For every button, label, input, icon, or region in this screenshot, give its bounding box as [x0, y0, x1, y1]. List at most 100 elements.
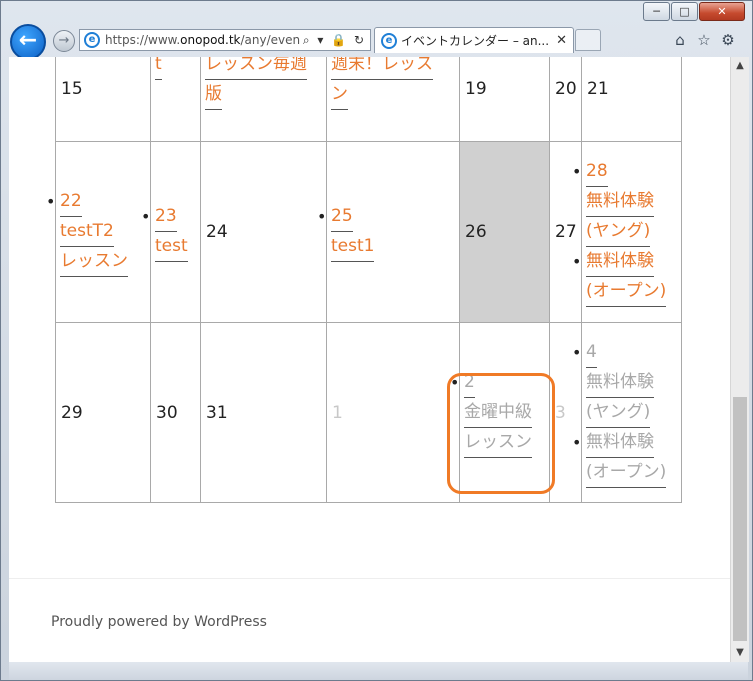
event-link-line[interactable]: (ヤング): [586, 217, 651, 247]
event-link-line[interactable]: test1: [331, 232, 375, 262]
event-item: 無料体験(オープン): [572, 428, 681, 488]
calendar-week-row: 22testT2レッスン23test2425test1262728無料体験(ヤン…: [46, 141, 682, 323]
maximize-button[interactable]: □: [671, 2, 698, 21]
tab-title: イベントカレンダー – an...: [401, 34, 550, 48]
day-number: 26: [465, 222, 487, 242]
event-list: 25test1: [317, 202, 459, 262]
day-number: 27: [555, 222, 577, 242]
new-tab-button[interactable]: [575, 29, 601, 51]
calendar-day-cell[interactable]: 31: [200, 322, 327, 503]
event-link-line[interactable]: (ヤング): [586, 398, 651, 428]
address-bar[interactable]: e https://www.onopod.tk/any/even ⌕ ▾ 🔒 ↻: [79, 29, 371, 51]
day-number: 15: [61, 78, 83, 99]
calendar-day-cell[interactable]: 4無料体験(ヤング)無料体験(オープン): [572, 322, 682, 503]
day-number: 29: [61, 402, 83, 423]
event-item: 28無料体験(ヤング): [572, 157, 681, 247]
day-number: 31: [206, 402, 228, 423]
tab-ie-icon: e: [381, 33, 397, 49]
event-link-line[interactable]: 週末！レッス: [331, 57, 433, 80]
calendar-day-cell[interactable]: 23test: [141, 141, 201, 323]
event-link-line[interactable]: (オープン): [586, 277, 667, 307]
day-number: 19: [465, 78, 487, 99]
calendar-day-cell[interactable]: 28無料体験(ヤング)無料体験(オープン): [572, 141, 682, 323]
event-link-line[interactable]: レッスン毎週: [205, 57, 307, 80]
event-item: て st: [155, 57, 200, 80]
calendar-day-cell[interactable]: 20: [549, 57, 582, 142]
event-link-line[interactable]: 23: [155, 202, 177, 232]
close-button[interactable]: ✕: [699, 2, 745, 21]
event-list: 22testT2レッスン: [46, 187, 150, 277]
event-list: 4無料体験(ヤング)無料体験(オープン): [572, 338, 681, 488]
scroll-down-arrow-icon[interactable]: ▼: [731, 644, 749, 662]
calendar-week-row: 29303112金曜中級レッスン34無料体験(ヤング)無料体験(オープン): [55, 322, 682, 503]
calendar-day-cell[interactable]: 木曜もうすぐ週末！レッスン: [326, 57, 460, 142]
calendar-day-cell[interactable]: 30: [150, 322, 201, 503]
calendar-day-cell[interactable]: 21: [581, 57, 682, 142]
scrollbar-thumb[interactable]: [733, 397, 747, 641]
event-list: て st: [151, 57, 200, 80]
event-link-line[interactable]: 無料体験: [586, 247, 654, 277]
page-content: 15 て stanyこどこさレッスン毎週版木曜もうすぐ週末！レッスン 19 20 21 2…: [9, 57, 730, 662]
tab-close-icon[interactable]: ✕: [556, 28, 567, 53]
footer-credit[interactable]: Proudly powered by WordPress: [51, 614, 267, 630]
calendar-day-cell[interactable]: 29: [55, 322, 151, 503]
event-list: 23test: [141, 202, 200, 262]
vertical-scrollbar[interactable]: ▲ ▼: [730, 57, 749, 662]
home-icon[interactable]: ⌂: [671, 31, 689, 49]
event-link-line[interactable]: 25: [331, 202, 353, 232]
event-link-line[interactable]: 無料体験: [586, 187, 654, 217]
calendar-day-cell[interactable]: 24: [200, 141, 327, 323]
event-list: 木曜もうすぐ週末！レッスン: [327, 57, 459, 110]
day-number: 24: [206, 222, 228, 242]
event-link-line[interactable]: 22: [60, 187, 82, 217]
ie-logo-icon: e: [84, 32, 100, 48]
calendar-day-cell[interactable]: anyこどこさレッスン毎週版: [200, 57, 327, 142]
event-calendar: 15 て stanyこどこさレッスン毎週版木曜もうすぐ週末！レッスン 19 20 21 2…: [46, 57, 682, 503]
browser-tab-active[interactable]: e イベントカレンダー – an... ✕: [374, 27, 574, 53]
event-list: anyこどこさレッスン毎週版: [201, 57, 326, 110]
browser-window: ─ □ ✕ ← → e https://www.onopod.tk/any/ev…: [0, 0, 753, 681]
event-link-line[interactable]: 無料体験: [586, 428, 654, 458]
back-arrow-icon: ←: [18, 28, 38, 53]
event-item: 22testT2レッスン: [46, 187, 150, 277]
event-link-line[interactable]: ン: [331, 80, 348, 110]
calendar-day-cell[interactable]: 15: [55, 57, 151, 142]
calendar-day-cell[interactable]: 1: [326, 322, 460, 503]
event-link-line[interactable]: (オープン): [586, 458, 667, 488]
event-item: 無料体験(オープン): [572, 247, 681, 307]
event-link-line[interactable]: 4: [586, 338, 597, 368]
event-item: 25test1: [317, 202, 459, 262]
event-link-line[interactable]: t: [155, 57, 162, 80]
calendar-day-cell[interactable]: 22testT2レッスン: [46, 141, 151, 323]
calendar-day-cell[interactable]: 26: [459, 141, 550, 323]
event-item: anyこどこさレッスン毎週版: [205, 57, 326, 110]
event-link-line[interactable]: 28: [586, 157, 608, 187]
url-text[interactable]: https://www.onopod.tk/any/even: [105, 30, 300, 50]
day-number: 1: [332, 402, 343, 423]
calendar-day-cell[interactable]: 19: [459, 57, 550, 142]
event-link-line[interactable]: testT2: [60, 217, 114, 247]
minimize-button[interactable]: ─: [643, 2, 670, 21]
status-strip: [9, 662, 748, 680]
footer-divider: [9, 578, 730, 579]
address-tools[interactable]: ⌕ ▾ 🔒 ↻: [303, 30, 366, 50]
calendar-day-cell[interactable]: 25test1: [317, 141, 460, 323]
favorites-icon[interactable]: ☆: [695, 31, 713, 49]
event-item: 木曜もうすぐ週末！レッスン: [331, 57, 459, 110]
scroll-up-arrow-icon[interactable]: ▲: [731, 57, 749, 75]
event-link-line[interactable]: test: [155, 232, 188, 262]
day-number: 20: [555, 78, 577, 99]
title-bar: ─ □ ✕: [1, 1, 752, 25]
calendar-week-row: 15 て stanyこどこさレッスン毎週版木曜もうすぐ週末！レッスン 19 20 21: [55, 57, 682, 142]
settings-gear-icon[interactable]: ⚙: [719, 31, 737, 49]
event-link-line[interactable]: レッスン: [60, 247, 128, 277]
event-link-line[interactable]: 版: [205, 80, 222, 110]
day-number: 21: [587, 78, 609, 99]
forward-arrow-icon: →: [58, 33, 70, 48]
event-item: 23test: [141, 202, 200, 262]
event-link-line[interactable]: 無料体験: [586, 368, 654, 398]
calendar-day-cell[interactable]: て st: [150, 57, 201, 142]
day-number: 30: [156, 402, 178, 423]
forward-button[interactable]: →: [53, 30, 75, 52]
back-button[interactable]: ←: [10, 24, 46, 60]
